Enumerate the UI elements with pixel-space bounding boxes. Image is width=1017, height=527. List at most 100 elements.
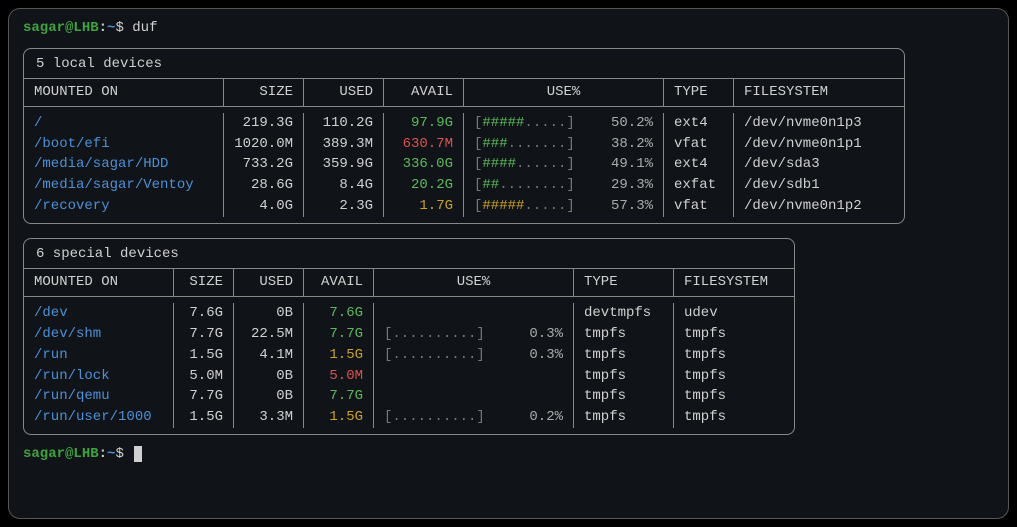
prompt-dollar: $ bbox=[115, 20, 132, 36]
cell-mounted-on: /media/sagar/Ventoy bbox=[24, 175, 224, 196]
column-header: TYPE bbox=[574, 269, 674, 296]
usage-bar: [##........] bbox=[474, 176, 575, 195]
cell-use-percent bbox=[374, 386, 574, 407]
column-header: AVAIL bbox=[384, 79, 464, 106]
usage-percent: 49.1% bbox=[603, 155, 653, 174]
cell-avail: 5.0M bbox=[304, 366, 374, 387]
cell-use-percent bbox=[374, 303, 574, 324]
table-row: /media/sagar/Ventoy28.6G8.4G20.2G[##....… bbox=[24, 175, 904, 196]
usage-bar: [#####.....] bbox=[474, 114, 575, 133]
table-row: /dev7.6G0B7.6G devtmpfsudev bbox=[24, 303, 794, 324]
usage-percent: 38.2% bbox=[603, 135, 653, 154]
cell-size: 7.7G bbox=[174, 324, 234, 345]
usage-percent bbox=[513, 304, 563, 323]
usage-percent: 29.3% bbox=[603, 176, 653, 195]
cell-use-percent: [#####.....] 50.2% bbox=[464, 113, 664, 134]
column-header: FILESYSTEM bbox=[734, 79, 904, 106]
cell-type: ext4 bbox=[664, 113, 734, 134]
cell-used: 3.3M bbox=[234, 407, 304, 428]
prompt-dollar: $ bbox=[115, 446, 132, 462]
table-row: /run1.5G4.1M1.5G[..........]0.3%tmpfstmp… bbox=[24, 345, 794, 366]
column-header: USE% bbox=[374, 269, 574, 296]
usage-percent: 0.3% bbox=[513, 325, 563, 344]
cell-type: vfat bbox=[664, 196, 734, 217]
column-header: MOUNTED ON bbox=[24, 79, 224, 106]
cell-size: 4.0G bbox=[224, 196, 304, 217]
table-title: 5 local devices bbox=[24, 49, 904, 79]
cursor[interactable] bbox=[134, 446, 142, 462]
column-header: TYPE bbox=[664, 79, 734, 106]
cell-mounted-on: /recovery bbox=[24, 196, 224, 217]
prompt-host: LHB bbox=[73, 446, 98, 462]
table-row: /run/qemu7.7G0B7.7G tmpfstmpfs bbox=[24, 386, 794, 407]
cell-filesystem: /dev/nvme0n1p3 bbox=[734, 113, 904, 134]
cell-size: 7.6G bbox=[174, 303, 234, 324]
cell-type: tmpfs bbox=[574, 407, 674, 428]
table-row: /219.3G110.2G97.9G [#####.....] 50.2% ext4/… bbox=[24, 113, 904, 134]
cell-size: 219.3G bbox=[224, 113, 304, 134]
usage-bar bbox=[384, 387, 392, 406]
table-row: /dev/shm7.7G22.5M7.7G[..........]0.3%tmp… bbox=[24, 324, 794, 345]
cell-use-percent: [..........]0.3% bbox=[374, 324, 574, 345]
prompt-command: duf bbox=[132, 20, 157, 36]
cell-avail: 336.0G bbox=[384, 154, 464, 175]
usage-bar: [###.......] bbox=[474, 135, 575, 154]
usage-bar: [..........] bbox=[384, 346, 485, 365]
cell-used: 22.5M bbox=[234, 324, 304, 345]
column-header: SIZE bbox=[174, 269, 234, 296]
usage-percent: 0.3% bbox=[513, 346, 563, 365]
cell-filesystem: /dev/sda3 bbox=[734, 154, 904, 175]
usage-percent: 50.2% bbox=[603, 114, 653, 133]
cell-type: ext4 bbox=[664, 154, 734, 175]
cell-used: 110.2G bbox=[304, 113, 384, 134]
cell-avail: 20.2G bbox=[384, 175, 464, 196]
cell-avail: 7.7G bbox=[304, 324, 374, 345]
table-body: /dev7.6G0B7.6G devtmpfsudev/dev/shm7.7G2… bbox=[24, 297, 794, 434]
terminal-window: sagar@LHB:~$ duf 5 local devicesMOUNTED … bbox=[8, 8, 1009, 519]
cell-size: 7.7G bbox=[174, 386, 234, 407]
cell-used: 359.9G bbox=[304, 154, 384, 175]
column-header: MOUNTED ON bbox=[24, 269, 174, 296]
cell-avail: 1.5G bbox=[304, 345, 374, 366]
cell-filesystem: udev bbox=[674, 303, 794, 324]
cell-filesystem: tmpfs bbox=[674, 407, 794, 428]
cell-mounted-on: /dev bbox=[24, 303, 174, 324]
cell-filesystem: tmpfs bbox=[674, 366, 794, 387]
cell-size: 5.0M bbox=[174, 366, 234, 387]
cell-mounted-on: /media/sagar/HDD bbox=[24, 154, 224, 175]
cell-filesystem: /dev/sdb1 bbox=[734, 175, 904, 196]
table-body: /219.3G110.2G97.9G[#####.....]50.2%ext4/… bbox=[24, 107, 904, 223]
cell-size: 1.5G bbox=[174, 407, 234, 428]
prompt-user: sagar bbox=[23, 20, 65, 36]
cell-avail: 1.5G bbox=[304, 407, 374, 428]
cell-filesystem: /dev/nvme0n1p1 bbox=[734, 134, 904, 155]
column-header: USED bbox=[304, 79, 384, 106]
cell-avail: 97.9G bbox=[384, 113, 464, 134]
column-header: FILESYSTEM bbox=[674, 269, 794, 296]
table-title: 6 special devices bbox=[24, 239, 794, 269]
prompt-colon: : bbox=[99, 446, 107, 462]
cell-use-percent: [#####.....]57.3% bbox=[464, 196, 664, 217]
usage-bar: [..........] bbox=[384, 408, 485, 427]
cell-type: vfat bbox=[664, 134, 734, 155]
cell-type: tmpfs bbox=[574, 366, 674, 387]
cell-filesystem: /dev/nvme0n1p2 bbox=[734, 196, 904, 217]
table-row: /run/user/10001.5G3.3M1.5G[..........]0.… bbox=[24, 407, 794, 428]
cell-type: tmpfs bbox=[574, 345, 674, 366]
usage-bar: [#####.....] bbox=[474, 197, 575, 216]
column-header: AVAIL bbox=[304, 269, 374, 296]
cell-size: 733.2G bbox=[224, 154, 304, 175]
usage-percent: 0.2% bbox=[513, 408, 563, 427]
prompt-user: sagar bbox=[23, 446, 65, 462]
usage-bar bbox=[384, 367, 392, 386]
cell-mounted-on: / bbox=[24, 113, 224, 134]
column-header: USE% bbox=[464, 79, 664, 106]
cell-used: 8.4G bbox=[304, 175, 384, 196]
cell-avail: 7.6G bbox=[304, 303, 374, 324]
cell-mounted-on: /boot/efi bbox=[24, 134, 224, 155]
cell-mounted-on: /dev/shm bbox=[24, 324, 174, 345]
column-header: SIZE bbox=[224, 79, 304, 106]
cell-used: 389.3M bbox=[304, 134, 384, 155]
cell-use-percent bbox=[374, 366, 574, 387]
device-table: 6 special devicesMOUNTED ONSIZEUSEDAVAIL… bbox=[23, 238, 795, 435]
